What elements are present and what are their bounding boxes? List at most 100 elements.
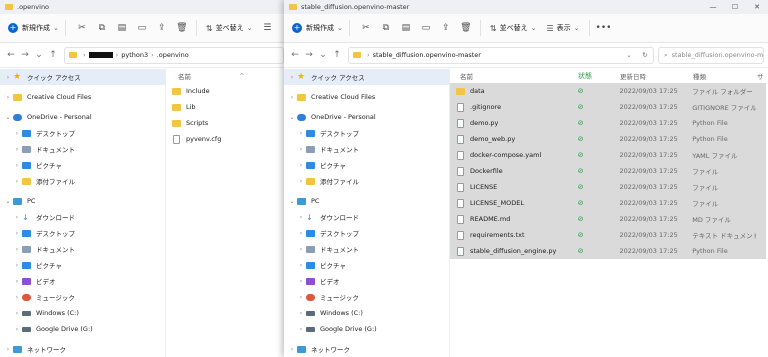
nav-item-desktop[interactable]: › デスクトップ <box>284 125 449 141</box>
nav-item-pc[interactable]: ⌄ PC <box>0 193 165 209</box>
nav-item-network[interactable]: › ネットワーク <box>0 341 165 357</box>
sort-button[interactable]: ⇅ 並べ替え ⌄ <box>201 23 258 33</box>
rename-icon[interactable]: ▭ <box>416 19 436 37</box>
nav-item-videos[interactable]: › ビデオ <box>0 273 165 289</box>
nav-item-drive-c[interactable]: › Windows (C:) <box>284 305 449 321</box>
nav-item-creative-cloud[interactable]: › Creative Cloud Files <box>284 89 449 105</box>
file-row[interactable]: demo_web.py ⊘ 2022/09/03 17:25 Python File <box>450 131 766 147</box>
back-icon[interactable]: ← <box>288 50 302 60</box>
folder-icon <box>5 4 13 10</box>
paste-icon[interactable]: ▤ <box>112 19 132 37</box>
nav-item-desktop[interactable]: › デスクトップ <box>0 225 165 241</box>
nav-item-music[interactable]: › ミュージック <box>284 289 449 305</box>
file-row[interactable]: requirements.txt ⊘ 2022/09/03 17:25 テキスト ドキ… <box>450 227 766 243</box>
file-row[interactable]: data ⊘ 2022/09/03 17:25 ファイル フォルダー <box>450 83 766 99</box>
nav-item-documents[interactable]: › ドキュメント <box>0 241 165 257</box>
delete-icon[interactable]: 🗑 <box>172 19 192 37</box>
nav-item-onedrive[interactable]: ⌄ OneDrive - Personal <box>284 109 449 125</box>
nav-item-attachments[interactable]: › 添付ファイル <box>0 173 165 189</box>
file-row[interactable]: docker-compose.yaml ⊘ 2022/09/03 17:25 YAML… <box>450 147 766 163</box>
column-header-status[interactable]: 状態 <box>578 71 620 81</box>
forward-icon[interactable]: → <box>18 50 32 60</box>
nav-item-quick-access[interactable]: › ★ クイック アクセス <box>0 69 165 85</box>
search-input[interactable]: ⌕ stable_diffusion.openvino-m... <box>658 46 764 64</box>
back-icon[interactable]: ← <box>4 50 18 60</box>
nav-item-desktop[interactable]: › デスクトップ <box>284 225 449 241</box>
nav-item-downloads[interactable]: › ↓ ダウンロード <box>284 209 449 225</box>
address-segment[interactable]: .openvino <box>157 51 189 59</box>
address-dropdown-icon[interactable]: ⌄ <box>621 51 637 59</box>
more-options-icon[interactable]: ••• <box>594 19 614 37</box>
copy-icon[interactable]: ⧉ <box>92 19 112 37</box>
delete-icon[interactable]: 🗑 <box>456 19 476 37</box>
nav-item-documents[interactable]: › ドキュメント <box>0 141 165 157</box>
rename-icon[interactable]: ▭ <box>132 19 152 37</box>
address-bar[interactable]: › › python3 › .openvino <box>64 46 284 64</box>
file-row[interactable]: stable_diffusion_engine.py ⊘ 2022/09/03 17… <box>450 243 766 259</box>
file-row[interactable]: Include <box>166 83 284 99</box>
file-row[interactable]: .gitignore ⊘ 2022/09/03 17:25 GITIGNORE ファイ… <box>450 99 766 115</box>
recent-chevron-icon[interactable]: ⌄ <box>32 50 46 60</box>
address-bar[interactable]: › stable_diffusion.openvino-master ⌄ ↻ <box>348 46 654 64</box>
nav-item-network[interactable]: › ネットワーク <box>284 341 449 357</box>
file-row[interactable]: Scripts <box>166 115 284 131</box>
file-row[interactable]: Dockerfile ⊘ 2022/09/03 17:25 ファイル <box>450 163 766 179</box>
close-icon[interactable]: ✕ <box>746 0 768 14</box>
nav-item-drive-c[interactable]: › Windows (C:) <box>0 305 165 321</box>
view-button[interactable]: ☰ 表示 ⌄ <box>541 23 584 33</box>
sort-button[interactable]: ⇅ 並べ替え ⌄ <box>485 23 542 33</box>
drive-icon <box>22 310 31 316</box>
minimize-icon[interactable]: — <box>702 0 724 14</box>
new-button[interactable]: + 新規作成 ⌄ <box>6 20 66 36</box>
share-icon[interactable]: ⇪ <box>436 19 456 37</box>
nav-item-downloads[interactable]: › ↓ ダウンロード <box>0 209 165 225</box>
file-row[interactable]: Lib <box>166 99 284 115</box>
file-date: 2022/09/03 17:25 <box>619 215 678 223</box>
column-header-size[interactable]: サ <box>757 71 767 81</box>
nav-item-documents[interactable]: › ドキュメント <box>284 141 449 157</box>
nav-item-attachments[interactable]: › 添付ファイル <box>284 173 449 189</box>
nav-item-drive-g[interactable]: › Google Drive (G:) <box>284 321 449 337</box>
file-row[interactable]: README.md ⊘ 2022/09/03 17:25 MD ファイル <box>450 211 766 227</box>
up-icon[interactable]: ↑ <box>46 50 60 60</box>
column-header-name[interactable]: 名前 ^ <box>166 68 284 83</box>
nav-item-pictures[interactable]: › ピクチャ <box>284 257 449 273</box>
nav-item-music[interactable]: › ミュージック <box>0 289 165 305</box>
cut-icon[interactable]: ✂ <box>72 19 92 37</box>
share-icon[interactable]: ⇪ <box>152 19 172 37</box>
nav-item-pictures[interactable]: › ピクチャ <box>284 157 449 173</box>
folder-icon <box>69 52 77 58</box>
paste-icon[interactable]: ▤ <box>396 19 416 37</box>
maximize-icon[interactable]: ☐ <box>724 0 746 14</box>
pictures-icon <box>306 161 315 169</box>
file-row[interactable]: pyvenv.cfg <box>166 131 284 147</box>
recent-chevron-icon[interactable]: ⌄ <box>316 50 330 60</box>
column-header-name[interactable]: 名前 <box>450 71 578 81</box>
nav-item-quick-access[interactable]: › ★ クイック アクセス <box>284 69 449 85</box>
nav-item-pc[interactable]: ⌄ PC <box>284 193 449 209</box>
nav-item-pictures[interactable]: › ピクチャ <box>0 257 165 273</box>
file-row[interactable]: demo.py ⊘ 2022/09/03 17:25 Python File <box>450 115 766 131</box>
nav-item-desktop[interactable]: › デスクトップ <box>0 125 165 141</box>
nav-item-documents[interactable]: › ドキュメント <box>284 241 449 257</box>
nav-item-pictures[interactable]: › ピクチャ <box>0 157 165 173</box>
address-segment[interactable]: python3 <box>121 51 148 59</box>
nav-item-onedrive[interactable]: ⌄ OneDrive - Personal <box>0 109 165 125</box>
refresh-icon[interactable]: ↻ <box>637 51 653 59</box>
nav-item-videos[interactable]: › ビデオ <box>284 273 449 289</box>
address-segment[interactable]: stable_diffusion.openvino-master <box>373 51 481 59</box>
file-row[interactable]: LICENSE ⊘ 2022/09/03 17:25 ファイル <box>450 179 766 195</box>
up-icon[interactable]: ↑ <box>330 50 344 60</box>
cut-icon[interactable]: ✂ <box>356 19 376 37</box>
file-row[interactable]: LICENSE_MODEL ⊘ 2022/09/03 17:25 ファイル <box>450 195 766 211</box>
video-icon <box>22 277 31 285</box>
view-icon[interactable]: ☰ <box>257 19 277 37</box>
new-button[interactable]: + 新規作成 ⌄ <box>290 20 350 36</box>
nav-item-creative-cloud[interactable]: › Creative Cloud Files <box>0 89 165 105</box>
forward-icon[interactable]: → <box>302 50 316 60</box>
copy-icon[interactable]: ⧉ <box>376 19 396 37</box>
nav-item-drive-g[interactable]: › Google Drive (G:) <box>0 321 165 337</box>
file-date: 2022/09/03 17:25 <box>619 87 678 95</box>
column-header-type[interactable]: 種類 <box>693 71 757 81</box>
column-header-date[interactable]: 更新日時 <box>620 71 693 81</box>
